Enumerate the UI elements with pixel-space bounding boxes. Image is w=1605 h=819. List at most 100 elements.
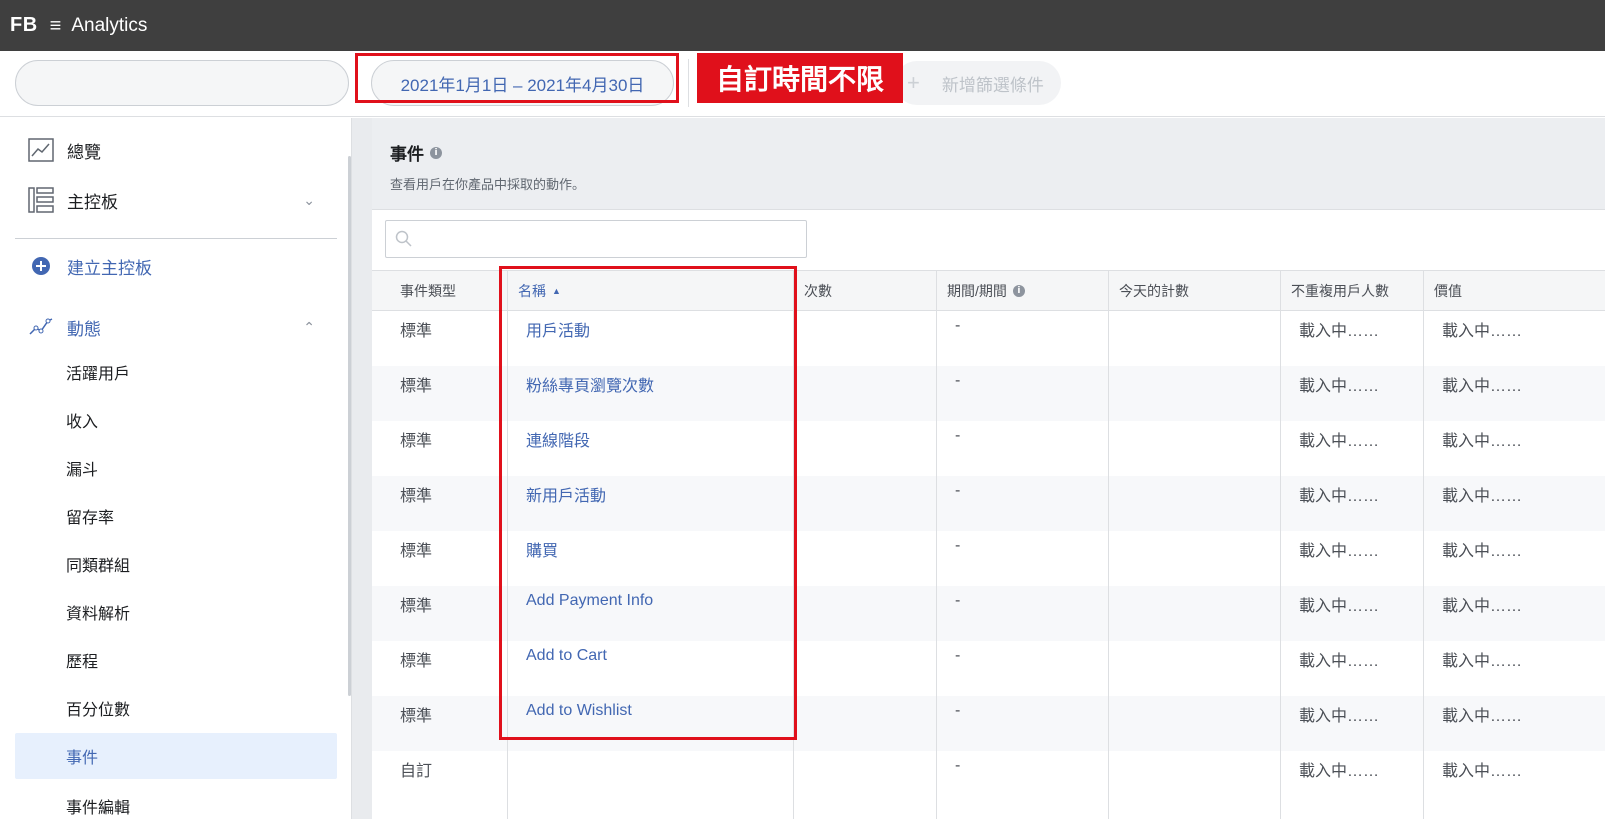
app-title: Analytics <box>71 14 148 36</box>
event-name-link[interactable]: 用戶活動 <box>526 311 590 366</box>
sidebar-item-revenue[interactable]: 收入 <box>15 397 337 443</box>
unique-users-cell: 載入中…… <box>1299 653 1380 670</box>
sidebar-item-label: 總覽 <box>67 142 101 162</box>
event-type-cell: 標準 <box>400 543 433 560</box>
sidebar-item-activity[interactable]: 動態 ⌃ <box>15 305 337 349</box>
value-cell: 載入中…… <box>1442 378 1523 395</box>
value-cell: 載入中…… <box>1442 598 1523 615</box>
table-row[interactable]: 標準 購買 - 載入中…… 載入中…… <box>372 531 1605 586</box>
unique-users-cell: 載入中…… <box>1299 323 1380 340</box>
period-cell: - <box>955 537 961 554</box>
sidebar-item-journeys[interactable]: 歷程 <box>15 637 337 683</box>
value-cell: 載入中…… <box>1442 323 1523 340</box>
event-name-link[interactable]: 新用戶活動 <box>526 476 606 531</box>
sidebar-item-retention[interactable]: 留存率 <box>15 493 337 539</box>
sidebar: 總覽 主控板 ⌄ 建立主控板 動態 ⌃ 活躍用戶 收入 漏斗 留存率 同類群組 … <box>0 118 352 819</box>
table-row[interactable]: 標準 Add Payment Info - 載入中…… 載入中…… <box>372 586 1605 641</box>
app-logo[interactable]: FB <box>10 14 38 37</box>
table-row[interactable]: 自訂 - 載入中…… 載入中…… <box>372 751 1605 806</box>
sidebar-item-funnels[interactable]: 漏斗 <box>15 445 337 491</box>
period-cell: - <box>955 702 961 719</box>
table-row[interactable]: 標準 用戶活動 - 載入中…… 載入中…… <box>372 311 1605 366</box>
main-content: 事件 i 查看用戶在你產品中採取的動作。 事件類型 名稱 ▲ 次數 期間/期間 … <box>352 118 1605 819</box>
column-divider <box>1423 311 1424 819</box>
unique-users-cell: 載入中…… <box>1299 763 1380 780</box>
activity-graph-icon <box>27 316 55 338</box>
sidebar-item-breakdowns[interactable]: 資料解析 <box>15 589 337 635</box>
event-type-cell: 標準 <box>400 653 433 670</box>
column-header-today-count[interactable]: 今天的計數 <box>1108 271 1280 311</box>
info-icon[interactable]: i <box>430 146 442 159</box>
sidebar-item-active-users[interactable]: 活躍用戶 <box>15 349 337 395</box>
event-name-link[interactable]: Add to Wishlist <box>526 696 632 751</box>
column-header-event-type[interactable]: 事件類型 <box>372 271 507 311</box>
dashboard-icon <box>27 186 55 214</box>
period-cell: - <box>955 372 961 389</box>
event-search-input[interactable] <box>385 220 807 258</box>
events-card: 事件 i 查看用戶在你產品中採取的動作。 事件類型 名稱 ▲ 次數 期間/期間 … <box>372 118 1605 819</box>
column-divider <box>507 311 508 819</box>
column-label: 期間/期間 <box>947 283 1007 299</box>
date-range-highlight-box <box>355 53 679 103</box>
column-header-period[interactable]: 期間/期間 i <box>936 271 1108 311</box>
event-name-link[interactable]: 粉絲專頁瀏覽次數 <box>526 366 654 421</box>
event-type-cell: 標準 <box>400 323 433 340</box>
period-cell: - <box>955 427 961 444</box>
event-name-link[interactable]: 購買 <box>526 531 558 586</box>
events-title: 事件 <box>390 145 424 164</box>
plus-icon: + <box>907 70 920 95</box>
table-row[interactable]: 標準 Add to Wishlist - 載入中…… 載入中…… <box>372 696 1605 751</box>
sidebar-item-event-editor[interactable]: 事件編輯 <box>15 783 337 819</box>
app-selector-input[interactable] <box>15 60 349 106</box>
sidebar-item-overview[interactable]: 總覽 <box>15 128 337 172</box>
event-type-cell: 標準 <box>400 488 433 505</box>
column-header-value[interactable]: 價值 <box>1423 271 1605 311</box>
line-chart-icon <box>27 138 55 162</box>
unique-users-cell: 載入中…… <box>1299 543 1380 560</box>
sidebar-item-label: 動態 <box>67 319 101 339</box>
column-header-count[interactable]: 次數 <box>793 271 936 311</box>
column-divider <box>936 311 937 819</box>
hamburger-menu-icon[interactable]: ≡ <box>50 15 62 38</box>
create-dashboard-button[interactable]: 建立主控板 <box>15 244 337 288</box>
period-cell: - <box>955 317 961 334</box>
table-row[interactable]: 標準 粉絲專頁瀏覽次數 - 載入中…… 載入中…… <box>372 366 1605 421</box>
annotation-label: 自訂時間不限 <box>697 53 903 103</box>
value-cell: 載入中…… <box>1442 653 1523 670</box>
value-cell: 載入中…… <box>1442 433 1523 450</box>
sidebar-item-events[interactable]: 事件 <box>15 733 337 779</box>
sidebar-item-percentiles[interactable]: 百分位數 <box>15 685 337 731</box>
value-cell: 載入中…… <box>1442 543 1523 560</box>
sidebar-item-cohorts[interactable]: 同類群組 <box>15 541 337 587</box>
add-filter-button[interactable]: + 新增篩選條件 <box>895 61 1061 105</box>
column-divider <box>1280 311 1281 819</box>
chevron-up-icon[interactable]: ⌃ <box>303 319 315 336</box>
info-icon[interactable]: i <box>1012 285 1025 297</box>
unique-users-cell: 載入中…… <box>1299 488 1380 505</box>
event-name-link[interactable]: Add Payment Info <box>526 586 653 641</box>
unique-users-cell: 載入中…… <box>1299 708 1380 725</box>
table-header: 事件類型 名稱 ▲ 次數 期間/期間 i 今天的計數 不重複用戶人數 價值 <box>372 270 1605 311</box>
column-header-name[interactable]: 名稱 ▲ <box>507 271 793 311</box>
sidebar-item-label: 主控板 <box>67 192 118 212</box>
sidebar-scrollbar[interactable] <box>348 156 351 696</box>
chevron-down-icon[interactable]: ⌄ <box>303 192 315 209</box>
page-title: 事件 i <box>390 140 442 165</box>
event-type-cell: 自訂 <box>400 763 433 780</box>
event-type-cell: 標準 <box>400 378 433 395</box>
sidebar-divider <box>15 238 337 239</box>
event-type-cell: 標準 <box>400 598 433 615</box>
period-cell: - <box>955 757 961 774</box>
event-name-link[interactable]: 連線階段 <box>526 421 590 476</box>
period-cell: - <box>955 482 961 499</box>
column-header-unique-users[interactable]: 不重複用戶人數 <box>1280 271 1423 311</box>
event-type-cell: 標準 <box>400 433 433 450</box>
table-row[interactable]: 標準 連線階段 - 載入中…… 載入中…… <box>372 421 1605 476</box>
sidebar-item-dashboard[interactable]: 主控板 ⌄ <box>15 178 337 222</box>
event-name-link[interactable]: Add to Cart <box>526 641 607 696</box>
table-row[interactable]: 標準 Add to Cart - 載入中…… 載入中…… <box>372 641 1605 696</box>
filter-bar: 2021年1月1日 – 2021年4月30日 + 新增篩選條件 自訂時間不限 <box>0 51 1605 117</box>
unique-users-cell: 載入中…… <box>1299 433 1380 450</box>
period-cell: - <box>955 592 961 609</box>
table-row[interactable]: 標準 新用戶活動 - 載入中…… 載入中…… <box>372 476 1605 531</box>
